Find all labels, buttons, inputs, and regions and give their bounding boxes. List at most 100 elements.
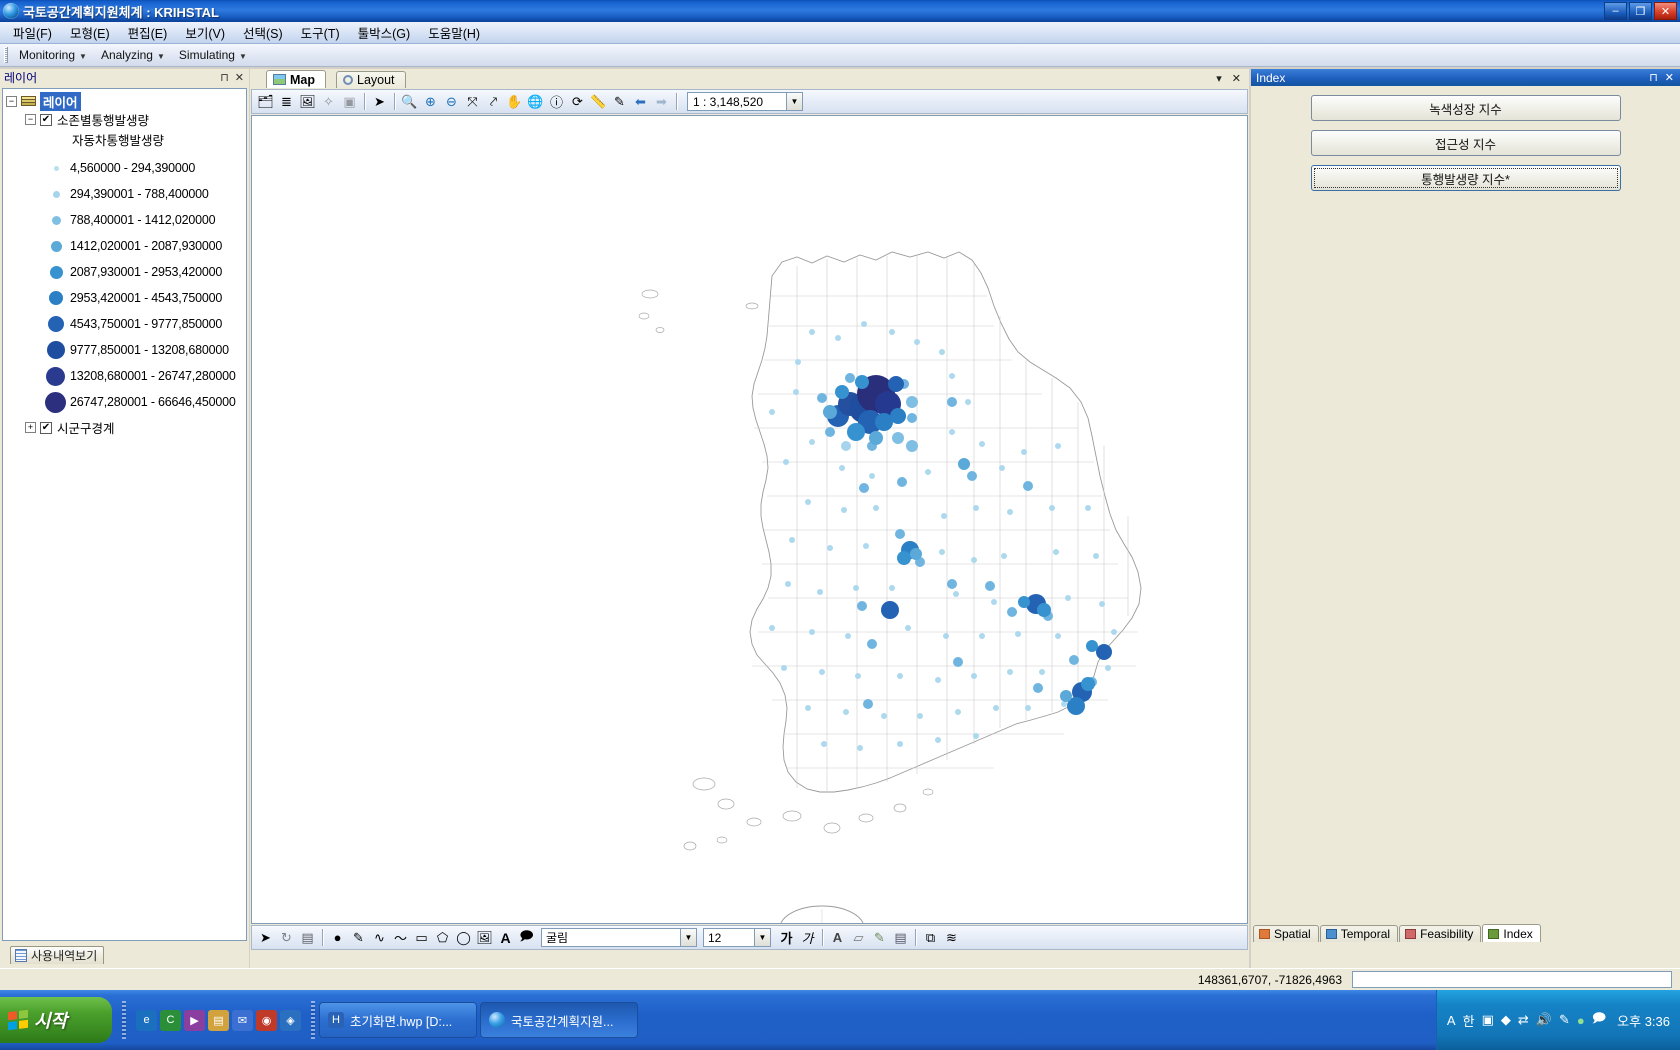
tray-shield-icon[interactable]: ◆ [1501,1012,1511,1028]
scale-input[interactable]: 1 : 3,148,520 [687,92,787,111]
draw-graphic-icon[interactable]: ▤ [298,928,317,947]
draw-rotate-icon[interactable]: ↻ [277,928,296,947]
menu-model[interactable]: 모형(E) [61,21,119,44]
fill-color-icon[interactable]: ▱ [849,928,868,947]
font-size-input[interactable]: 12 [703,928,755,947]
draw-pointer-icon[interactable]: ➤ [256,928,275,947]
tab-feasibility[interactable]: Feasibility [1399,925,1482,942]
close-icon[interactable]: ✕ [235,71,244,84]
app-red-icon[interactable]: ◉ [256,1009,277,1031]
draw-image-icon[interactable]: 🖼 [475,928,494,947]
bold-button[interactable]: 가 [777,928,796,947]
ime-icon[interactable]: 한 [1463,1011,1475,1030]
app-blue-icon[interactable]: ◈ [280,1009,301,1031]
mail-icon[interactable]: ✉ [232,1009,253,1031]
draw-callout-icon[interactable]: 🗩 [517,928,536,947]
close-icon[interactable]: ✕ [1232,72,1241,85]
text-color-icon[interactable]: A [828,928,847,947]
menu-view[interactable]: 보기(V) [176,21,234,44]
green-growth-index-button[interactable]: 녹색성장 지수 [1310,95,1621,121]
menu-select[interactable]: 선택(S) [234,21,292,44]
status-input[interactable] [1352,971,1672,988]
draw-point-icon[interactable]: ● [328,928,347,947]
fixed-zoom-icon[interactable]: ⤤ [484,92,503,111]
menu-tools[interactable]: 도구(T) [292,21,349,44]
tray-monitor-icon[interactable]: ▣ [1482,1012,1494,1028]
boundary-visibility-checkbox[interactable]: ✔ [40,421,52,434]
zoom-in-icon[interactable]: ⊕ [421,92,440,111]
layers-icon[interactable]: ≣ [277,92,296,111]
browser-icon[interactable]: C [160,1009,181,1031]
tab-index[interactable]: Index [1482,924,1541,942]
draw-circle-icon[interactable]: ◯ [454,928,473,947]
zoom-selection-icon[interactable]: ▣ [340,92,359,111]
expander-icon[interactable]: − [25,114,36,125]
maximize-button[interactable]: ❐ [1629,2,1652,20]
toolbar-monitoring[interactable]: Monitoring ▼ [12,46,94,64]
zoom-tool-icon[interactable]: 🔍 [400,92,419,111]
draw-rect-icon[interactable]: ▭ [412,928,431,947]
start-button[interactable]: 시작 [0,997,112,1043]
font-name-dropdown-icon[interactable]: ▼ [681,928,697,947]
draw-polyline-icon[interactable]: ∿ [370,928,389,947]
accessibility-index-button[interactable]: 접근성 지수 [1310,130,1621,156]
tray-chat-icon[interactable]: 🗩 [1592,1009,1606,1031]
taskbar-item-hwp[interactable]: H 초기화면.hwp [D:... [319,1002,477,1038]
toolbar-simulating[interactable]: Simulating ▼ [172,46,254,64]
tree-layer-row[interactable]: − ✔ 소존별통행발생량 [3,112,246,128]
draw-pencil-icon[interactable]: ✎ [349,928,368,947]
draw-polygon-icon[interactable]: ⬠ [433,928,452,947]
clock[interactable]: 오후 3:36 [1613,1011,1670,1030]
menu-edit[interactable]: 편집(E) [119,21,177,44]
folder-icon[interactable]: ▤ [208,1009,229,1031]
menu-file[interactable]: 파일(F) [4,21,61,44]
layers-tree[interactable]: − 레이어 − ✔ 소존별통행발생량 자동차통행발생량 4,560000 - 2… [2,88,247,941]
close-button[interactable]: ✕ [1654,2,1677,20]
pan-icon[interactable]: ✋ [505,92,524,111]
minimize-button[interactable]: – [1604,2,1627,20]
forward-extent-icon[interactable]: ➡ [652,92,671,111]
tab-temporal[interactable]: Temporal [1319,925,1399,942]
trip-generation-index-button[interactable]: 통행발생량 지수* [1310,165,1621,191]
tray-green-icon[interactable]: ● [1577,1013,1585,1028]
menu-toolbox[interactable]: 툴박스(G) [349,21,420,44]
full-extent-icon[interactable]: ⤧ [463,92,482,111]
measure-icon[interactable]: 📏 [589,92,608,111]
tree-root-row[interactable]: − 레이어 [3,92,246,111]
line-color-icon[interactable]: ✎ [870,928,889,947]
pointer-icon[interactable]: ➤ [370,92,389,111]
select-layer-icon[interactable]: 🖼 [298,92,317,111]
media-icon[interactable]: ▶ [184,1009,205,1031]
toolbar-grip[interactable] [4,47,8,63]
refresh-icon[interactable]: ⟳ [568,92,587,111]
toolbar-analyzing[interactable]: Analyzing ▼ [94,46,172,64]
draw-text-icon[interactable]: A [496,928,515,947]
hyperlink-icon[interactable]: ✎ [610,92,629,111]
expander-icon[interactable]: − [6,96,17,107]
identify-icon[interactable]: ⓘ [547,92,566,111]
tab-spatial[interactable]: Spatial [1253,925,1319,942]
tray-volume-icon[interactable]: 🔊 [1536,1012,1552,1028]
close-icon[interactable]: ✕ [1665,71,1674,84]
italic-button[interactable]: 가 [798,928,817,947]
usage-history-tab[interactable]: 사용내역보기 [10,946,104,964]
layer-visibility-checkbox[interactable]: ✔ [40,113,52,126]
language-icon[interactable]: A [1447,1013,1456,1028]
font-name-input[interactable]: 굴림 [541,928,681,947]
expander-icon[interactable]: + [25,422,36,433]
chevron-down-icon[interactable]: ▾ [1216,72,1222,85]
pin-icon[interactable]: ⊓ [1649,71,1658,84]
tree-boundary-row[interactable]: + ✔ 시군구경계 [3,420,246,436]
tab-layout[interactable]: Layout [336,71,406,88]
zoom-out-icon[interactable]: ⊖ [442,92,461,111]
pin-icon[interactable]: ⊓ [220,71,229,84]
group-icon[interactable]: ≋ [942,928,961,947]
globe-extent-icon[interactable]: 🌐 [526,92,545,111]
clear-selection-icon[interactable]: ✧ [319,92,338,111]
taskbar-item-krihstal[interactable]: 국토공간계획지원... [480,1002,638,1038]
map-canvas[interactable] [251,115,1248,924]
tray-pen-icon[interactable]: ✎ [1559,1012,1570,1028]
back-extent-icon[interactable]: ⬅ [631,92,650,111]
align-icon[interactable]: ▤ [891,928,910,947]
font-size-dropdown-icon[interactable]: ▼ [755,928,771,947]
